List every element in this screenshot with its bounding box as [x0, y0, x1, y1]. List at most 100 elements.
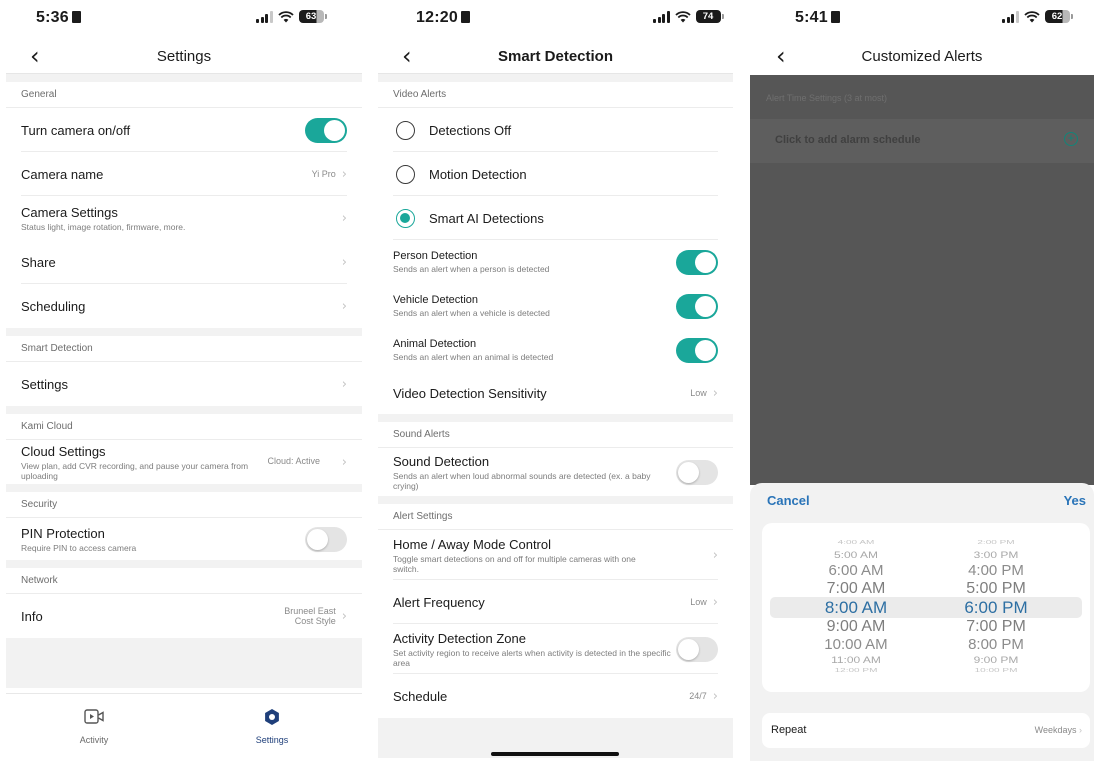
option-motion-detection[interactable]: Motion Detection [378, 152, 733, 196]
picker-option[interactable]: 9:00 PM [936, 654, 1056, 665]
picker-option[interactable]: 6:00 AM [796, 562, 916, 579]
picker-option[interactable]: 8:00 PM [936, 636, 1056, 653]
smart-settings-row[interactable]: Settings › [6, 362, 362, 406]
vehicle-detection-row[interactable]: Vehicle Detection Sends an alert when a v… [378, 284, 733, 328]
tab-bar: Activity Settings [6, 693, 362, 761]
status-time: 5:41 [795, 9, 840, 27]
gear-icon [265, 709, 279, 725]
home-indicator [491, 752, 619, 756]
battery-icon: 63 [298, 10, 327, 23]
section-header-kami-cloud: Kami Cloud [6, 414, 362, 440]
scheduling-row[interactable]: Scheduling › [6, 284, 362, 328]
picker-option[interactable]: 8:00 AM [796, 598, 916, 617]
chevron-right-icon: › [712, 547, 718, 563]
cancel-button[interactable]: Cancel [767, 493, 810, 508]
camera-toggle-row[interactable]: Turn camera on/off [6, 108, 362, 152]
nav-bar: ‹ Settings [6, 40, 362, 74]
option-smart-ai-detections[interactable]: Smart AI Detections [378, 196, 733, 240]
nav-bar: ‹ Customized Alerts [750, 40, 1094, 74]
schedule-row[interactable]: Schedule 24/7 › [378, 674, 733, 718]
chevron-right-icon: › [1079, 725, 1082, 735]
camera-name-row[interactable]: Camera name Yi Pro › [6, 152, 362, 196]
person-detection-toggle[interactable] [676, 249, 718, 275]
sound-detection-row[interactable]: Sound Detection Sends an alert when loud … [378, 448, 733, 496]
page-title: Customized Alerts [861, 48, 983, 65]
sound-detection-toggle[interactable] [676, 459, 718, 485]
picker-option[interactable]: 6:00 PM [936, 598, 1056, 617]
video-camera-icon [84, 709, 104, 724]
chevron-right-icon: › [341, 376, 347, 392]
signal-icon [1002, 10, 1019, 23]
wifi-icon [277, 10, 294, 22]
cloud-settings-row[interactable]: Cloud Settings View plan, add CVR recordi… [6, 440, 362, 484]
picker-option[interactable]: 4:00 PM [936, 562, 1056, 579]
confirm-button[interactable]: Yes [1064, 493, 1086, 508]
chevron-right-icon: › [341, 210, 347, 226]
tab-activity[interactable]: Activity [54, 708, 134, 745]
radio-button[interactable] [396, 120, 415, 140]
add-circle-icon[interactable]: + [1064, 132, 1078, 146]
settings-screen: 5:36 63 ‹ Settings General Turn camera o… [6, 0, 362, 761]
time-range-picker[interactable]: 4:00 AM 5:00 AM 6:00 AM 7:00 AM 8:00 AM 9:00 … [762, 523, 1090, 692]
camera-power-toggle[interactable] [305, 117, 347, 143]
nav-bar: ‹ Smart Detection [378, 40, 733, 74]
picker-option[interactable]: 7:00 AM [796, 580, 916, 598]
end-time-wheel[interactable]: 2:00 PM 3:00 PM 4:00 PM 5:00 PM 6:00 PM 7:00 … [936, 523, 1056, 692]
repeat-row[interactable]: Repeat Weekdays › [762, 713, 1090, 748]
option-detections-off[interactable]: Detections Off [378, 108, 733, 152]
activity-zone-row[interactable]: Activity Detection Zone Set activity regi… [378, 624, 733, 674]
picker-option[interactable]: 10:00 PM [936, 668, 1056, 675]
section-header-smart-detection: Smart Detection [6, 336, 362, 362]
picker-option[interactable]: 12:00 PM [796, 668, 916, 675]
camera-settings-row[interactable]: Camera Settings Status light, image rotat… [6, 196, 362, 240]
add-schedule-row[interactable]: Click to add alarm schedule + [750, 119, 1094, 163]
picker-option[interactable]: 9:00 AM [796, 618, 916, 636]
alert-frequency-row[interactable]: Alert Frequency Low › [378, 580, 733, 624]
signal-icon [653, 10, 670, 23]
customized-alerts-screen: 5:41 62 ‹ Customized Alerts Alert Time S… [750, 0, 1094, 761]
radio-button[interactable] [396, 164, 415, 184]
picker-option[interactable]: 3:00 PM [936, 549, 1056, 560]
share-row[interactable]: Share › [6, 240, 362, 284]
status-bar: 5:36 63 [6, 0, 362, 40]
picker-option[interactable]: 7:00 PM [936, 618, 1056, 636]
chevron-right-icon: › [341, 608, 347, 624]
page-title: Smart Detection [497, 48, 614, 65]
dimmed-overlay[interactable]: Alert Time Settings (3 at most) Click to… [750, 75, 1094, 485]
pin-toggle[interactable] [305, 526, 347, 552]
start-time-wheel[interactable]: 4:00 AM 5:00 AM 6:00 AM 7:00 AM 8:00 AM 9:00 … [796, 523, 916, 692]
animal-detection-toggle[interactable] [676, 337, 718, 363]
tab-settings[interactable]: Settings [232, 708, 312, 745]
chevron-right-icon: › [712, 385, 718, 401]
status-bar: 12:20 74 [378, 0, 733, 40]
sensitivity-row[interactable]: Video Detection Sensitivity Low › [378, 372, 733, 414]
chevron-right-icon: › [712, 594, 718, 610]
animal-detection-row[interactable]: Animal Detection Sends an alert when an a… [378, 328, 733, 372]
wifi-icon [1023, 10, 1040, 22]
activity-zone-toggle[interactable] [676, 636, 718, 662]
time-picker-sheet: Cancel Yes 4:00 AM 5:00 AM 6:00 AM 7:00 AM 8… [750, 483, 1094, 761]
battery-icon: 62 [1044, 10, 1073, 23]
vehicle-detection-toggle[interactable] [676, 293, 718, 319]
pin-protection-row[interactable]: PIN Protection Require PIN to access came… [6, 518, 362, 560]
section-header-network: Network [6, 568, 362, 594]
picker-option[interactable]: 5:00 PM [936, 580, 1056, 598]
picker-option[interactable]: 5:00 AM [796, 549, 916, 560]
picker-option[interactable]: 10:00 AM [796, 636, 916, 653]
person-detection-row[interactable]: Person Detection Sends an alert when a pe… [378, 240, 733, 284]
status-time: 5:36 [36, 9, 81, 27]
home-away-row[interactable]: Home / Away Mode Control Toggle smart det… [378, 530, 733, 580]
section-header-alert-settings: Alert Settings [378, 504, 733, 530]
picker-option[interactable]: 4:00 AM [796, 540, 916, 547]
radio-button-selected[interactable] [396, 208, 415, 228]
picker-option[interactable]: 2:00 PM [936, 540, 1056, 547]
page-title: Settings [156, 48, 212, 65]
signal-icon [256, 10, 273, 23]
smart-detection-screen: 12:20 74 ‹ Smart Detection Video Alerts … [378, 0, 733, 761]
section-header-general: General [6, 82, 362, 108]
info-row[interactable]: Info Bruneel East Cost Style › [6, 594, 362, 638]
status-time: 12:20 [416, 9, 470, 27]
chevron-right-icon: › [341, 254, 347, 270]
chevron-right-icon: › [341, 298, 347, 314]
picker-option[interactable]: 11:00 AM [796, 654, 916, 665]
